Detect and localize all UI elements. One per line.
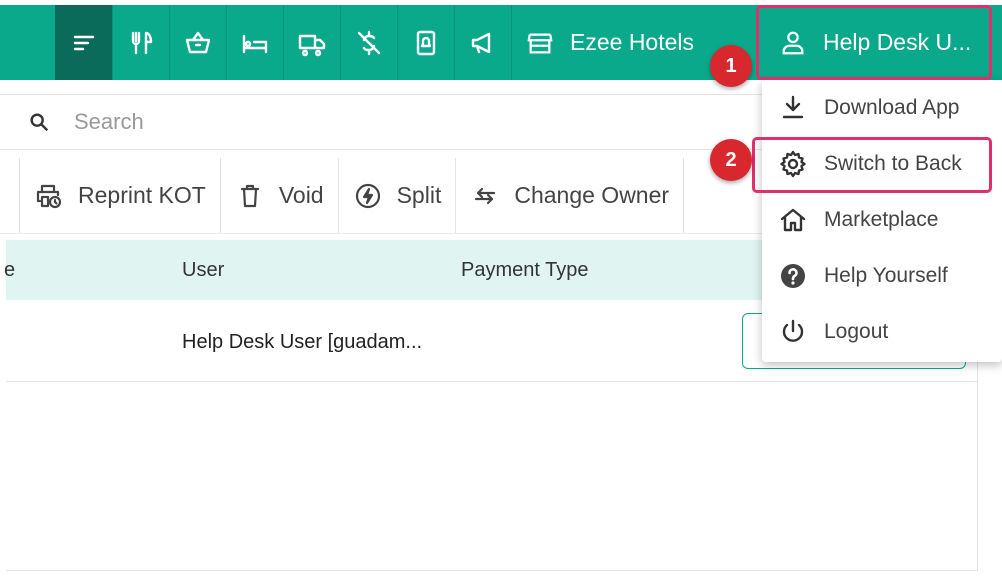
- clipped-column-header: e: [4, 259, 16, 281]
- basket-icon: [185, 31, 211, 53]
- menu-item-logout[interactable]: Logout: [762, 304, 1002, 360]
- split-label: Split: [396, 182, 442, 208]
- power-icon: [782, 319, 804, 342]
- change-owner-label: Change Owner: [514, 182, 670, 208]
- toolbar-clipped-button[interactable]: [0, 158, 20, 233]
- hotel-name: Ezee Hotels: [570, 29, 695, 55]
- reprint-kot-button[interactable]: Reprint KOT: [20, 158, 221, 233]
- menu-item-marketplace[interactable]: Marketplace: [762, 192, 1002, 248]
- user-dropdown-menu: Download App Switch to Back Marketplace …: [762, 80, 1002, 362]
- announcement-button[interactable]: [454, 5, 511, 80]
- store-icon: [527, 32, 553, 53]
- highlight-user-menu: [756, 5, 992, 80]
- menu-item-help-yourself[interactable]: Help Yourself: [762, 248, 1002, 304]
- phone-notification-icon: [416, 30, 436, 55]
- void-label: Void: [278, 182, 324, 208]
- column-header-user: User: [182, 259, 225, 281]
- row-user-cell: Help Desk User [guadam...: [182, 331, 423, 353]
- menu-button[interactable]: [55, 5, 112, 80]
- home-icon: [780, 208, 806, 232]
- step-badge-1: 1: [710, 45, 752, 87]
- void-button[interactable]: Void: [221, 158, 339, 233]
- reprint-kot-label: Reprint KOT: [78, 182, 206, 208]
- megaphone-icon: [471, 32, 491, 53]
- menu-item-download-app[interactable]: Download App: [762, 80, 1002, 136]
- bed-icon: [242, 34, 268, 53]
- column-header-payment-type: Payment Type: [461, 259, 589, 281]
- download-icon: [782, 95, 804, 119]
- dollar-off-icon: [357, 30, 381, 55]
- search-input[interactable]: [74, 109, 474, 135]
- search-icon: [30, 113, 49, 132]
- basket-button[interactable]: [169, 5, 226, 80]
- menu-item-label: Marketplace: [824, 208, 939, 231]
- notification-button[interactable]: [397, 5, 454, 80]
- menu-item-label: Logout: [824, 320, 889, 343]
- trash-icon: [240, 184, 259, 207]
- truck-icon: [298, 34, 326, 56]
- expenses-button[interactable]: [340, 5, 397, 80]
- printer-clock-icon: [36, 184, 62, 208]
- split-button[interactable]: Split: [339, 158, 457, 233]
- lightning-icon: [355, 183, 380, 208]
- delivery-button[interactable]: [283, 5, 340, 80]
- restaurant-button[interactable]: [112, 5, 169, 80]
- highlight-switch-to-back: [752, 137, 992, 193]
- hotel-selector[interactable]: Ezee Hotels: [511, 5, 704, 80]
- change-owner-button[interactable]: Change Owner: [456, 158, 685, 233]
- swap-arrows-icon: [475, 187, 496, 204]
- menu-icon: [73, 35, 94, 50]
- menu-item-label: Help Yourself: [824, 264, 948, 287]
- step-badge-2: 2: [710, 139, 752, 181]
- menu-item-label: Download App: [824, 96, 960, 119]
- rooms-button[interactable]: [226, 5, 283, 80]
- restaurant-icon: [131, 31, 153, 54]
- help-circle-icon: [781, 264, 805, 288]
